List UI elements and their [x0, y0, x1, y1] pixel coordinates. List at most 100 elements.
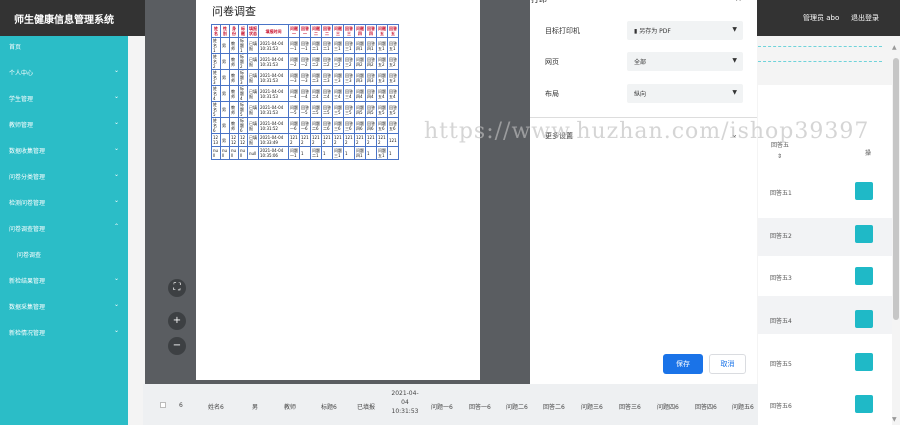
preview-cell: 121 — [387, 133, 399, 147]
preview-cell: 教师 — [229, 117, 239, 134]
preview-cell: 姓名5 — [211, 101, 221, 118]
sidebar-item-personal-center[interactable]: 个人中心 ⌄ — [0, 66, 128, 80]
preview-cell: 教师 — [229, 53, 239, 70]
row-action-button[interactable] — [855, 267, 873, 285]
table-cell: 回答二6 — [543, 404, 565, 411]
preview-cell: 教师 — [229, 37, 239, 54]
preview-cell: 回答一1 — [299, 37, 311, 54]
preview-cell: 问题三4 — [332, 85, 344, 102]
sidebar-item-home[interactable]: 首页 — [0, 40, 128, 54]
divider — [758, 46, 882, 47]
preview-cell: 问题二4 — [310, 85, 322, 102]
preview-cell: 问题一6 — [288, 117, 300, 134]
preview-cell: 1212 — [332, 133, 344, 147]
zoom-out-icon[interactable]: − — [168, 337, 186, 355]
preview-cell: 问题二2 — [310, 53, 322, 70]
preview-cell: 标题1 — [238, 37, 248, 54]
preview-cell: 已填报 — [247, 85, 259, 102]
table-cell: 教师 — [284, 404, 297, 411]
preview-header-cell: 问题三 — [332, 24, 344, 38]
sidebar-item-students[interactable]: 学生管理 ⌄ — [0, 92, 128, 106]
preview-cell: 回答二1 — [321, 37, 333, 54]
fit-to-page-icon[interactable]: ⛶ — [168, 279, 186, 297]
sidebar-item-check-questionnaire[interactable]: 检测问卷管理 ⌄ — [0, 196, 128, 210]
preview-cell: 回答四2 — [365, 53, 377, 70]
table-cell: 回答五6 — [770, 403, 792, 410]
preview-cell: 问题一4 — [288, 85, 300, 102]
row-action-button[interactable] — [855, 310, 873, 328]
row-checkbox[interactable] — [160, 402, 166, 408]
table-cell: 问题三6 — [581, 404, 603, 411]
scroll-up-arrow[interactable]: ▲ — [892, 44, 897, 51]
table-cell: 回答一6 — [469, 404, 491, 411]
row-action-button[interactable] — [855, 225, 873, 243]
layout-value: 纵向 — [634, 91, 647, 98]
preview-cell: 问题二6 — [310, 117, 322, 134]
table-cell: 男 — [252, 404, 259, 411]
sidebar-item-data-gathering[interactable]: 数据采集管理 ⌄ — [0, 300, 128, 314]
preview-cell: 1212 — [229, 133, 239, 147]
preview-header-cell: 问题五 — [376, 24, 388, 38]
row-action-button[interactable] — [855, 353, 873, 371]
chevron-down-icon: ⌄ — [114, 145, 120, 152]
preview-cell: 已填报 — [247, 37, 259, 54]
preview-cell: 问题三1 — [332, 146, 344, 160]
preview-cell: 问题四2 — [354, 53, 366, 70]
vertical-scrollbar[interactable] — [893, 58, 899, 320]
layout-select[interactable]: 纵向 ▼ — [627, 84, 743, 103]
chevron-down-icon: ⌄ — [114, 275, 120, 282]
preview-cell: 2021-04-04 10:31:53 — [258, 37, 289, 54]
sidebar-item-teachers[interactable]: 教师管理 ⌄ — [0, 118, 128, 132]
sidebar-item-questionnaire-category[interactable]: 问卷分类管理 ⌄ — [0, 170, 128, 184]
preview-cell: 1 — [365, 146, 377, 160]
table-cell: 回答四6 — [695, 404, 717, 411]
preview-table: 姓名 性别 身份 标题 填报状态 填报时间 问题一 回答一 问题二 回答二 问题三 回答三 问题四 回答四… — [211, 24, 399, 160]
preview-cell: 2021-04-04 10:33:49 — [258, 133, 289, 147]
cancel-button[interactable]: 取消 — [709, 354, 746, 374]
sidebar-item-data-collection[interactable]: 数据收集管理 ⌄ — [0, 144, 128, 158]
preview-cell: 回答三3 — [343, 69, 355, 86]
row-action-button[interactable] — [855, 395, 873, 413]
preview-cell: 回答四3 — [365, 69, 377, 86]
preview-title: 问卷调查 — [212, 5, 256, 18]
preview-cell: null — [229, 146, 239, 160]
sidebar-item-survey-management[interactable]: 问卷调查管理 ⌃ — [0, 222, 128, 236]
pages-select[interactable]: 全部 ▼ — [627, 52, 743, 71]
preview-header-cell: 姓名 — [211, 24, 221, 38]
preview-row: 姓名3 男教师 标题3 已填报 2021-04-04 10:31:53 问题一3 回答一3 问… — [211, 69, 399, 86]
chevron-down-icon: ⌄ — [114, 171, 120, 178]
preview-cell: 回答二3 — [321, 69, 333, 86]
close-icon[interactable]: × — [735, 0, 742, 3]
sidebar-item-test-results[interactable]: 新检结果管理 ⌄ — [0, 274, 128, 288]
chevron-down-icon: ⌄ — [114, 119, 120, 126]
table-cell: 已填报 — [357, 404, 376, 411]
logout-link[interactable]: 退出登录 — [851, 13, 879, 23]
preview-header-cell: 回答二 — [321, 24, 333, 38]
preview-cell: 1212 — [365, 133, 377, 147]
table-cell: 2021-04-04 10:31:53 — [391, 390, 419, 415]
scroll-down-arrow[interactable]: ▼ — [892, 416, 897, 423]
preview-cell: 回答五1 — [387, 37, 399, 54]
preview-header-cell: 标题 — [238, 24, 248, 38]
table-cell: 回答三6 — [619, 404, 641, 411]
destination-select[interactable]: ▮ 另存为 PDF ▼ — [627, 21, 743, 40]
preview-row: 姓名1 男教师 标题1 已填报 2021-04-04 10:31:53 问题一1 回答一1 问… — [211, 37, 399, 54]
preview-cell: 问题四3 — [354, 69, 366, 86]
row-action-button[interactable] — [855, 182, 873, 200]
chevron-down-icon: ⌄ — [114, 93, 120, 100]
preview-cell: 2021-04-04 10:31:53 — [258, 53, 289, 70]
watermark: https://www.huzhan.com/ishop39397 — [424, 119, 870, 144]
preview-cell: 问题四5 — [354, 101, 366, 118]
preview-cell: 标题2 — [238, 53, 248, 70]
table-cell: 6 — [179, 402, 183, 409]
preview-cell: 问题五1 — [376, 146, 388, 160]
sidebar-item-survey[interactable]: 问卷调查 — [0, 248, 128, 262]
dropdown-arrow-icon: ▼ — [732, 57, 737, 64]
save-button[interactable]: 保存 — [663, 354, 703, 374]
preview-header-cell: 回答三 — [343, 24, 355, 38]
preview-cell: 问题五2 — [376, 53, 388, 70]
preview-cell: 问题五1 — [376, 37, 388, 54]
preview-cell: 2021-04-04 10:35:06 — [258, 146, 289, 160]
sidebar-item-test-status[interactable]: 新检情况管理 ⌄ — [0, 326, 128, 340]
zoom-in-icon[interactable]: + — [168, 312, 186, 330]
